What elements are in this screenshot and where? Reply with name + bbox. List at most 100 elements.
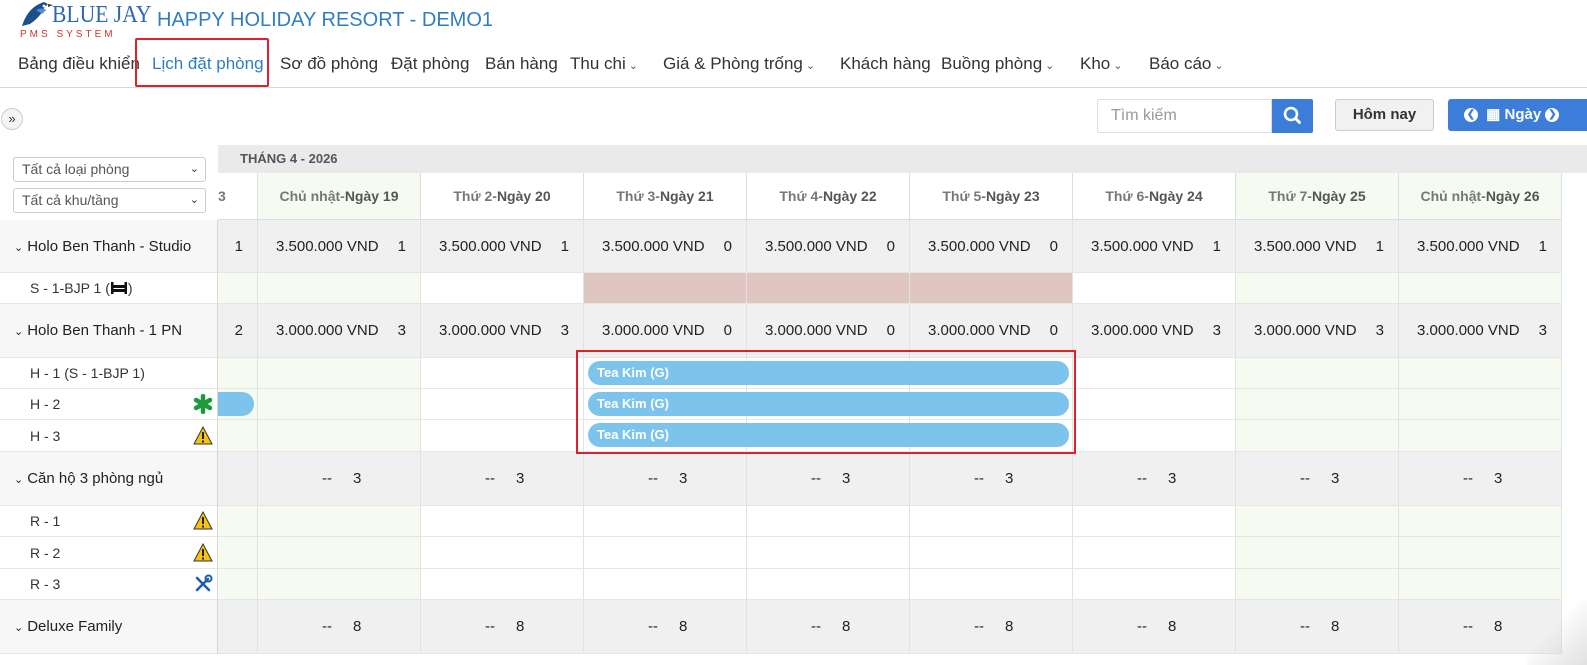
room-day-cell[interactable] — [1236, 389, 1399, 420]
nav-price-availability[interactable]: Giá & Phòng trống ⌄ — [663, 50, 815, 78]
room-day-cell[interactable] — [910, 506, 1073, 537]
room-row[interactable]: H - 3 — [0, 420, 218, 452]
room-day-cell[interactable] — [1236, 506, 1399, 537]
app-root: BLUE JAY PMS SYSTEM HAPPY HOLIDAY RESORT… — [0, 0, 1587, 665]
room-day-cell[interactable] — [1399, 358, 1562, 389]
room-row[interactable]: S - 1-BJP 1 () — [0, 273, 218, 304]
day-header[interactable]: Chủ nhật-Ngày 19 — [258, 173, 421, 220]
room-day-cell[interactable] — [584, 506, 747, 537]
nav-sales[interactable]: Bán hàng — [485, 50, 558, 78]
room-day-cell[interactable] — [1236, 537, 1399, 569]
room-day-cell[interactable] — [421, 537, 584, 569]
room-day-cell[interactable] — [910, 273, 1073, 304]
nav-booking-calendar[interactable]: Lịch đặt phòng — [152, 50, 264, 78]
day-header[interactable]: Thứ 5-Ngày 23 — [910, 173, 1073, 220]
search-input[interactable] — [1097, 99, 1272, 133]
today-button[interactable]: Hôm nay — [1335, 99, 1434, 131]
room-day-cell[interactable] — [258, 569, 421, 600]
room-day-cell[interactable] — [1236, 569, 1399, 600]
booking-bar[interactable] — [218, 392, 254, 416]
availability-cell: 3.000.000 VND 3 — [258, 304, 421, 358]
room-day-cell[interactable] — [584, 537, 747, 569]
room-group-deluxe[interactable]: ⌄ Deluxe Family — [0, 600, 218, 654]
booking-bar[interactable]: Tea Kim (G) — [588, 392, 1069, 416]
room-day-cell[interactable] — [1399, 569, 1562, 600]
room-day-cell[interactable] — [258, 273, 421, 304]
room-group-1pn[interactable]: ⌄ Holo Ben Thanh - 1 PN — [0, 304, 218, 358]
room-day-cell[interactable] — [258, 358, 421, 389]
day-header[interactable]: Thứ 4-Ngày 22 — [747, 173, 910, 220]
room-day-cell[interactable] — [258, 537, 421, 569]
room-day-cell[interactable] — [1073, 420, 1236, 452]
room-day-cell[interactable] — [421, 506, 584, 537]
room-day-cell[interactable] — [1236, 273, 1399, 304]
room-day-cell[interactable] — [747, 273, 910, 304]
nav-reports[interactable]: Báo cáo ⌄ — [1149, 50, 1224, 78]
room-row[interactable]: H - 2 — [0, 389, 218, 420]
room-day-cell[interactable] — [421, 273, 584, 304]
room-day-cell[interactable] — [218, 358, 258, 389]
room-day-cell[interactable] — [747, 537, 910, 569]
room-day-cell[interactable] — [1073, 569, 1236, 600]
room-day-cell[interactable] — [1073, 273, 1236, 304]
room-day-cell[interactable] — [747, 569, 910, 600]
room-row[interactable]: R - 3 — [0, 569, 218, 600]
room-day-cell[interactable] — [1399, 420, 1562, 452]
nav-reservation[interactable]: Đặt phòng — [391, 50, 469, 78]
room-day-cell[interactable] — [421, 569, 584, 600]
room-day-cell[interactable] — [218, 569, 258, 600]
expand-sidebar-button[interactable]: » — [1, 108, 23, 130]
chevron-right-circle-icon[interactable]: ❯ — [1545, 108, 1560, 123]
room-day-cell[interactable] — [1399, 537, 1562, 569]
nav-warehouse[interactable]: Kho ⌄ — [1080, 50, 1122, 78]
room-day-cell[interactable] — [584, 569, 747, 600]
room-day-cell[interactable] — [1073, 506, 1236, 537]
room-day-cell[interactable] — [258, 389, 421, 420]
room-day-cell[interactable] — [258, 506, 421, 537]
nav-income-expense[interactable]: Thu chi ⌄ — [570, 50, 638, 78]
nav-housekeeping[interactable]: Buồng phòng ⌄ — [941, 50, 1054, 78]
room-day-cell[interactable] — [421, 358, 584, 389]
day-header[interactable]: Chủ nhật-Ngày 26 — [1399, 173, 1562, 220]
booking-bar[interactable]: Tea Kim (G) — [588, 423, 1069, 447]
nav-customers[interactable]: Khách hàng — [840, 50, 931, 78]
room-day-cell[interactable] — [421, 420, 584, 452]
room-day-cell[interactable] — [1399, 273, 1562, 304]
room-day-cell[interactable] — [1236, 420, 1399, 452]
room-row[interactable]: R - 2 — [0, 537, 218, 569]
room-day-cell[interactable] — [218, 506, 258, 537]
chevron-left-circle-icon[interactable]: ❮ — [1464, 108, 1478, 123]
room-type-select[interactable]: Tất cả loại phòng ⌄ — [13, 157, 206, 182]
area-select[interactable]: Tất cả khu/tầng ⌄ — [13, 188, 206, 213]
room-day-cell[interactable] — [747, 506, 910, 537]
booking-bar[interactable]: Tea Kim (G) — [588, 361, 1069, 385]
room-day-cell[interactable] — [1399, 389, 1562, 420]
room-day-cell[interactable] — [1073, 537, 1236, 569]
room-day-cell[interactable] — [1073, 389, 1236, 420]
room-day-cell[interactable] — [421, 389, 584, 420]
day-header[interactable]: Thứ 7-Ngày 25 — [1236, 173, 1399, 220]
room-group-studio[interactable]: ⌄ Holo Ben Thanh - Studio — [0, 220, 218, 273]
room-group-3br[interactable]: ⌄ Căn hộ 3 phòng ngủ — [0, 452, 218, 506]
day-header[interactable]: Thứ 3-Ngày 21 — [584, 173, 747, 220]
search-button[interactable] — [1272, 99, 1313, 133]
room-day-cell[interactable] — [1399, 506, 1562, 537]
room-row[interactable]: H - 1 (S - 1-BJP 1) — [0, 358, 218, 389]
room-day-cell[interactable] — [910, 569, 1073, 600]
day-view-button[interactable]: ❮ ▦ Ngày ❯ — [1448, 99, 1587, 131]
day-header[interactable]: Thứ 2-Ngày 20 — [421, 173, 584, 220]
room-day-cell[interactable] — [218, 420, 258, 452]
room-row[interactable]: R - 1 — [0, 506, 218, 537]
room-day-cell[interactable] — [584, 273, 747, 304]
room-day-cell[interactable] — [910, 537, 1073, 569]
room-day-cell[interactable] — [218, 389, 258, 420]
room-day-cell[interactable] — [218, 537, 258, 569]
nav-dashboard[interactable]: Bảng điều khiển — [18, 50, 140, 78]
room-day-cell[interactable] — [258, 420, 421, 452]
room-day-cell[interactable] — [218, 273, 258, 304]
brand-logo[interactable]: BLUE JAY PMS SYSTEM — [18, 0, 151, 42]
room-day-cell[interactable] — [1236, 358, 1399, 389]
day-header[interactable]: Thứ 6-Ngày 24 — [1073, 173, 1236, 220]
nav-room-map[interactable]: Sơ đồ phòng — [280, 50, 378, 78]
room-day-cell[interactable] — [1073, 358, 1236, 389]
